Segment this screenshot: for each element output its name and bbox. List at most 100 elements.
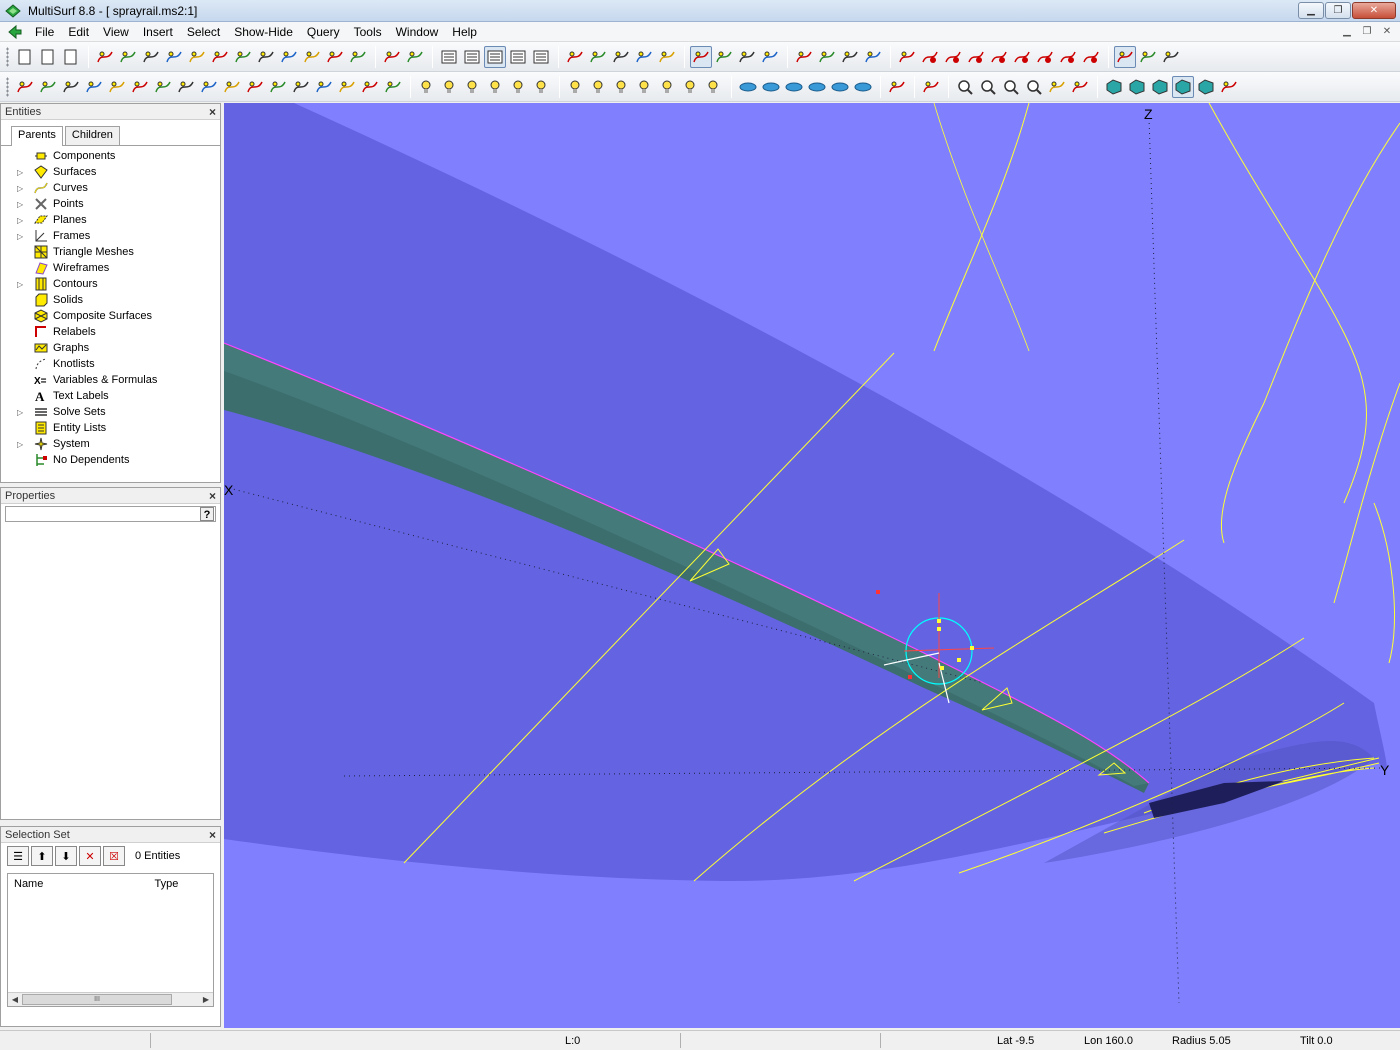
snap-icon[interactable]	[862, 46, 884, 68]
zoom-fit-icon[interactable]	[1000, 76, 1022, 98]
view-details-icon[interactable]	[484, 45, 506, 68]
menu-tools[interactable]: Tools	[347, 22, 389, 42]
close-button[interactable]: ✕	[1352, 2, 1396, 19]
remove-icon[interactable]: ✕	[79, 846, 101, 866]
move-down-icon[interactable]: ⬇	[55, 846, 77, 866]
lamp-off-icon[interactable]	[703, 76, 725, 98]
lamp-ring-icon[interactable]	[634, 76, 656, 98]
entity-mesh-icon[interactable]	[198, 76, 220, 98]
shaded-edges-icon[interactable]	[1149, 76, 1171, 98]
restore-button[interactable]: ❐	[1325, 2, 1351, 19]
help-button[interactable]: ?	[200, 507, 214, 521]
arrow-select-icon[interactable]	[1114, 45, 1136, 68]
query-icon[interactable]	[656, 46, 678, 68]
entity-fill-icon[interactable]	[175, 76, 197, 98]
entity-list-icon[interactable]	[359, 76, 381, 98]
close-entities-panel-icon[interactable]: ×	[209, 104, 216, 120]
red-curve-icon[interactable]	[919, 46, 941, 68]
save-file-icon[interactable]	[60, 46, 82, 68]
menu-view[interactable]: View	[96, 22, 136, 42]
zoom-out-icon[interactable]	[1023, 76, 1045, 98]
lamp-x-icon[interactable]	[611, 76, 633, 98]
dots-grid2-icon[interactable]	[736, 46, 758, 68]
tree-item-triangle-meshes[interactable]: Triangle Meshes	[17, 244, 220, 260]
mesh-tool-icon[interactable]	[381, 46, 403, 68]
offset-tool-icon[interactable]	[404, 46, 426, 68]
tree-item-entity-lists[interactable]: Entity Lists	[17, 420, 220, 436]
entity-arc-icon[interactable]	[106, 76, 128, 98]
tree-item-points[interactable]: ▷ Points	[17, 196, 220, 212]
curve-tool-icon[interactable]	[117, 46, 139, 68]
dimension2-icon[interactable]	[839, 46, 861, 68]
view-tree-icon[interactable]	[438, 46, 460, 68]
lamp-icon[interactable]	[565, 76, 587, 98]
3d-viewport[interactable]: X Y Z	[224, 103, 1400, 1028]
expand-arrow-icon[interactable]: ▷	[17, 440, 27, 449]
entity-curve-icon[interactable]	[37, 76, 59, 98]
rotate-view-icon[interactable]	[1046, 76, 1068, 98]
bulb-ring-icon[interactable]	[485, 76, 507, 98]
move-up-icon[interactable]: ⬆	[31, 846, 53, 866]
point-tool-icon[interactable]	[94, 46, 116, 68]
view-iso-icon[interactable]	[806, 76, 828, 98]
tree-item-solids[interactable]: Solids	[17, 292, 220, 308]
hull-surface[interactable]	[224, 103, 1387, 882]
view-front-icon[interactable]	[737, 76, 759, 98]
menu-help[interactable]: Help	[445, 22, 484, 42]
menu-select[interactable]: Select	[180, 22, 227, 42]
menu-show-hide[interactable]: Show-Hide	[227, 22, 300, 42]
menu-insert[interactable]: Insert	[136, 22, 180, 42]
red-surface2-icon[interactable]	[988, 46, 1010, 68]
dots-grid-icon[interactable]	[713, 46, 735, 68]
wireframe-view-icon[interactable]	[1103, 76, 1125, 98]
dimension-icon[interactable]	[816, 46, 838, 68]
move-icon[interactable]	[759, 46, 781, 68]
lamp-minus-icon[interactable]	[680, 76, 702, 98]
view-report-icon[interactable]	[530, 46, 552, 68]
entity-contour-icon[interactable]	[267, 76, 289, 98]
expand-arrow-icon[interactable]: ▷	[17, 184, 27, 193]
clear-all-icon[interactable]: ☒	[103, 846, 125, 866]
open-file-icon[interactable]	[37, 46, 59, 68]
entity-spline-icon[interactable]	[83, 76, 105, 98]
tab-children[interactable]: Children	[64, 126, 120, 145]
doc-restore-button[interactable]: ❐	[1358, 24, 1376, 39]
tree-item-composite-surfaces[interactable]: Composite Surfaces	[17, 308, 220, 324]
scroll-thumb[interactable]: III	[22, 994, 172, 1005]
expand-arrow-icon[interactable]: ▷	[17, 232, 27, 241]
home-view-icon[interactable]	[886, 76, 908, 98]
entity-plane-icon[interactable]	[244, 76, 266, 98]
expand-arrow-icon[interactable]: ▷	[17, 168, 27, 177]
bead-tool-icon[interactable]	[163, 46, 185, 68]
tree-item-wireframes[interactable]: Wireframes	[17, 260, 220, 276]
view-table-icon[interactable]	[507, 46, 529, 68]
pan-view-icon[interactable]	[1069, 76, 1091, 98]
fill-tool-icon[interactable]	[301, 46, 323, 68]
entity-blend-icon[interactable]	[152, 76, 174, 98]
snake-tool-icon[interactable]	[140, 46, 162, 68]
entity-frame-icon[interactable]	[221, 76, 243, 98]
spline-tool-icon[interactable]	[186, 46, 208, 68]
tree-item-surfaces[interactable]: ▷ Surfaces	[17, 164, 220, 180]
shaded-outline-icon[interactable]	[1172, 75, 1194, 98]
toolbar-grip[interactable]	[6, 46, 9, 67]
view-side-icon[interactable]	[783, 76, 805, 98]
property-selector[interactable]: ?	[5, 506, 216, 522]
minimize-button[interactable]: ▁	[1298, 2, 1324, 19]
tree-item-planes[interactable]: ▷ Planes	[17, 212, 220, 228]
tree-item-contours[interactable]: ▷ Contours	[17, 276, 220, 292]
expand-arrow-icon[interactable]: ▷	[17, 200, 27, 209]
red-surface6-icon[interactable]	[1080, 46, 1102, 68]
drag-tool-icon[interactable]	[1137, 46, 1159, 68]
solid-tool-icon[interactable]	[324, 46, 346, 68]
menu-edit[interactable]: Edit	[61, 22, 96, 42]
selection-list-icon[interactable]: ☰	[7, 846, 29, 866]
measure-icon[interactable]	[793, 46, 815, 68]
view-top-icon[interactable]	[760, 76, 782, 98]
doc-close-button[interactable]: ✕	[1378, 24, 1396, 39]
render-icon[interactable]	[1218, 76, 1240, 98]
ring-tool-icon[interactable]	[232, 46, 254, 68]
show-icon[interactable]	[587, 46, 609, 68]
composite-tool-icon[interactable]	[347, 46, 369, 68]
view-list-icon[interactable]	[461, 46, 483, 68]
